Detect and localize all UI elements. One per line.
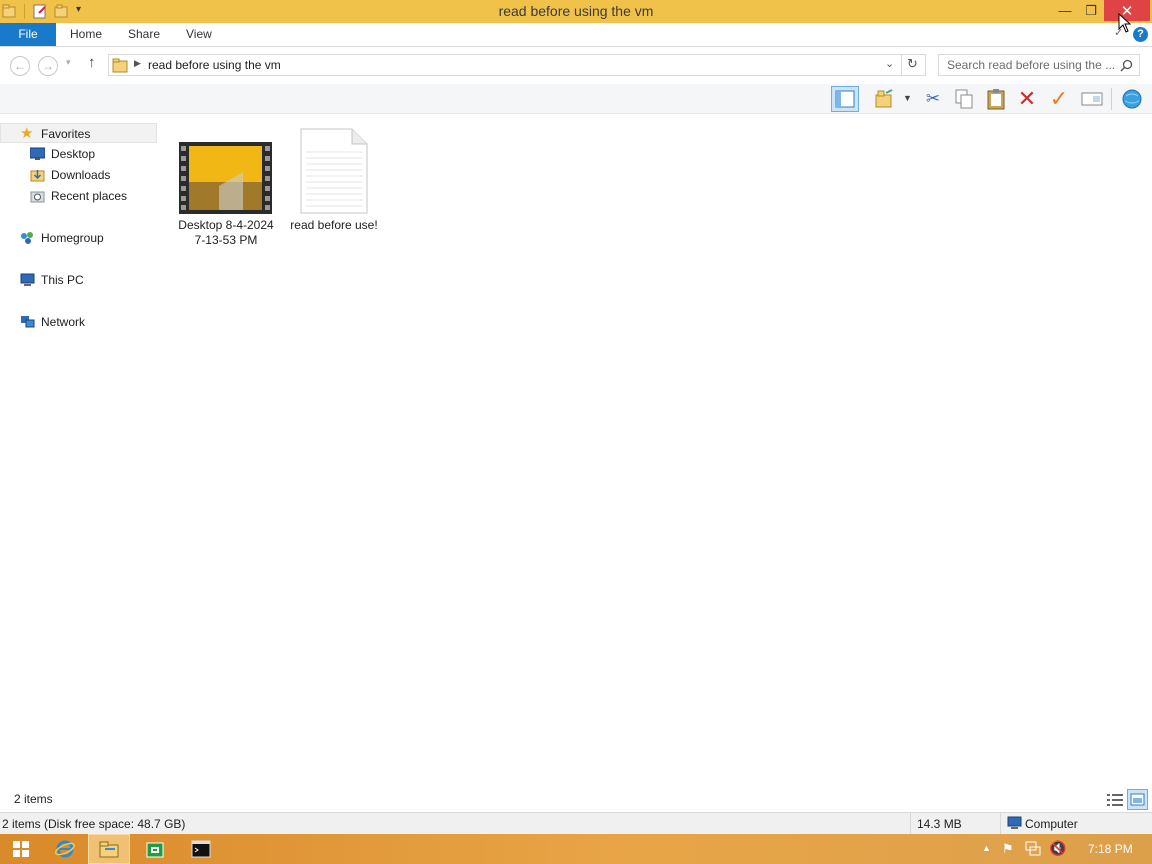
nav-label: Downloads bbox=[51, 168, 111, 182]
preview-pane-button[interactable] bbox=[831, 86, 859, 112]
file-label: read before use! bbox=[282, 218, 386, 233]
nav-label: Recent places bbox=[51, 189, 128, 203]
status-bar: 2 items (Disk free space: 48.7 GB) 14.3 … bbox=[0, 812, 1152, 835]
tab-file[interactable]: File bbox=[0, 23, 56, 46]
divider bbox=[1000, 813, 1001, 835]
paste-icon[interactable] bbox=[982, 86, 1010, 112]
ribbon-tabs: File Home Share View ✓ ? bbox=[0, 23, 1152, 47]
delete-icon[interactable]: ✕ bbox=[1013, 86, 1041, 112]
address-dropdown-icon[interactable]: ⌄ bbox=[885, 57, 894, 70]
nav-downloads[interactable]: Downloads bbox=[0, 165, 157, 185]
internet-explorer-button[interactable] bbox=[44, 834, 86, 864]
cut-icon[interactable]: ✂ bbox=[919, 86, 947, 112]
help-icon[interactable]: ? bbox=[1133, 27, 1148, 42]
copy-icon[interactable] bbox=[950, 86, 978, 112]
organize-button[interactable] bbox=[871, 86, 899, 112]
divider bbox=[910, 813, 911, 835]
folder-icon bbox=[112, 58, 128, 73]
computer-icon bbox=[20, 273, 35, 286]
file-item-text[interactable]: read before use! bbox=[282, 128, 386, 238]
recent-places-icon bbox=[30, 191, 45, 203]
taskbar: ▲ ⚑ 🔇 7:18 PM bbox=[0, 834, 1152, 864]
nav-recent-places[interactable]: Recent places bbox=[0, 186, 157, 206]
file-name-line-1: Desktop 8-4-2024 bbox=[178, 218, 274, 232]
file-name-line-2: 7-13-53 PM bbox=[194, 233, 258, 247]
video-file-icon bbox=[179, 142, 272, 214]
large-icons-view-icon bbox=[1130, 793, 1145, 806]
search-input[interactable]: Search read before using the ... bbox=[938, 54, 1140, 76]
organize-dropdown-icon[interactable]: ▼ bbox=[903, 93, 912, 103]
nav-label: This PC bbox=[41, 273, 84, 287]
star-icon: ★ bbox=[20, 125, 34, 142]
properties-check-icon[interactable]: ✓ bbox=[1045, 86, 1073, 112]
rename-icon[interactable] bbox=[1078, 86, 1106, 112]
preview-pane-icon bbox=[835, 90, 855, 108]
nav-favorites[interactable]: ★ Favorites bbox=[0, 123, 157, 143]
divider bbox=[1111, 88, 1112, 110]
location-zone: Computer bbox=[1025, 817, 1078, 831]
nav-label: Desktop bbox=[51, 147, 96, 161]
computer-icon bbox=[1007, 816, 1022, 829]
folder-organize-icon bbox=[875, 89, 893, 108]
mouse-cursor-icon bbox=[1118, 13, 1132, 33]
address-bar[interactable]: ▶ read before using the vm ⌄ ↻ bbox=[108, 54, 926, 76]
network-icon bbox=[21, 316, 35, 328]
nav-label: Network bbox=[41, 315, 86, 329]
up-button[interactable]: ↑ bbox=[88, 54, 96, 71]
windows-logo-icon bbox=[13, 841, 29, 857]
action-center-flag-icon[interactable]: ⚑ bbox=[1002, 841, 1014, 857]
store-icon bbox=[146, 842, 164, 858]
item-count: 2 items bbox=[14, 792, 53, 806]
nav-label: Homegroup bbox=[41, 231, 104, 245]
large-icons-view-button[interactable] bbox=[1127, 789, 1148, 810]
nav-desktop[interactable]: Desktop bbox=[0, 144, 157, 164]
downloads-folder-icon bbox=[30, 170, 45, 182]
tab-share[interactable]: Share bbox=[128, 23, 160, 46]
nav-this-pc[interactable]: This PC bbox=[0, 270, 157, 290]
forward-button[interactable]: → bbox=[38, 56, 58, 76]
network-tray-icon[interactable] bbox=[1025, 841, 1041, 857]
details-view-icon[interactable] bbox=[1106, 791, 1124, 809]
tab-view[interactable]: View bbox=[186, 23, 212, 46]
file-explorer-button[interactable] bbox=[88, 834, 130, 864]
start-button[interactable] bbox=[0, 834, 42, 864]
back-button[interactable]: ← bbox=[10, 56, 30, 76]
globe-icon[interactable] bbox=[1118, 86, 1146, 112]
terminal-icon bbox=[191, 840, 211, 858]
speaker-muted-icon[interactable]: 🔇 bbox=[1049, 840, 1066, 857]
file-label: Desktop 8-4-2024 7-13-53 PM bbox=[174, 218, 278, 248]
file-item-video[interactable]: Desktop 8-4-2024 7-13-53 PM bbox=[174, 128, 278, 252]
command-toolbar: ▼ ✂ ✕ ✓ bbox=[0, 84, 1152, 114]
command-prompt-button[interactable] bbox=[180, 834, 222, 864]
address-row: ← → ▾ ↑ ▶ read before using the vm ⌄ ↻ S… bbox=[0, 48, 1152, 82]
disk-free-space: 2 items (Disk free space: 48.7 GB) bbox=[2, 817, 186, 831]
selection-size: 14.3 MB bbox=[917, 817, 962, 831]
breadcrumb-chevron-icon[interactable]: ▶ bbox=[134, 58, 141, 69]
show-hidden-icons-icon[interactable]: ▲ bbox=[982, 843, 991, 853]
desktop-icon bbox=[30, 147, 45, 160]
window-title: read before using the vm bbox=[498, 3, 654, 19]
recent-locations-icon[interactable]: ▾ bbox=[66, 57, 71, 68]
file-explorer-icon bbox=[99, 841, 119, 858]
search-placeholder: Search read before using the ... bbox=[947, 58, 1116, 72]
internet-explorer-icon bbox=[55, 840, 75, 858]
homegroup-icon bbox=[21, 232, 33, 244]
search-icon[interactable] bbox=[1120, 59, 1133, 72]
title-bar: ▾ read before using the vm — ❐ ✕ bbox=[0, 0, 1152, 23]
breadcrumb[interactable]: read before using the vm bbox=[148, 58, 281, 72]
text-file-icon bbox=[300, 128, 368, 214]
file-name-line-1: read before use! bbox=[290, 218, 378, 232]
tab-home[interactable]: Home bbox=[70, 23, 102, 46]
navigation-pane: ★ Favorites Desktop Downloads Recent pla… bbox=[0, 115, 160, 805]
nav-homegroup[interactable]: Homegroup bbox=[0, 228, 157, 248]
store-button[interactable] bbox=[134, 834, 176, 864]
refresh-icon[interactable]: ↻ bbox=[907, 56, 918, 72]
clock[interactable]: 7:18 PM bbox=[1088, 842, 1133, 856]
restore-button[interactable]: ❐ bbox=[1076, 0, 1106, 21]
divider bbox=[901, 55, 902, 75]
nav-network[interactable]: Network bbox=[0, 312, 157, 332]
nav-label: Favorites bbox=[41, 127, 91, 141]
